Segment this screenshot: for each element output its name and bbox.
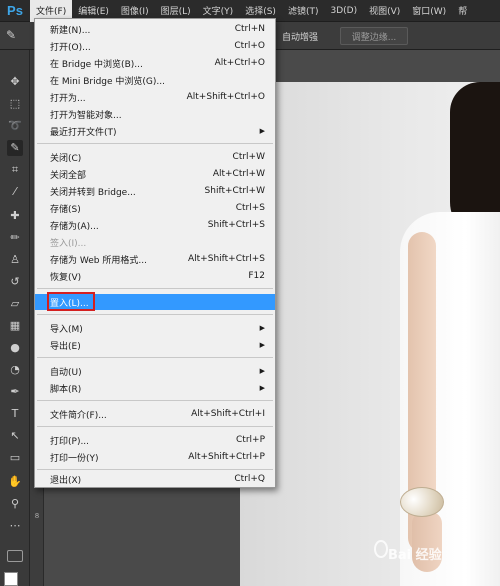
auto-enhance-checkbox[interactable]: 自动增强 bbox=[282, 30, 318, 43]
move-tool-icon[interactable]: ✥ bbox=[7, 74, 23, 90]
pearl-bracelet bbox=[400, 487, 444, 517]
menu-item-export[interactable]: 导出(E) ▶ bbox=[35, 337, 275, 353]
zoom-tool-icon[interactable]: ⚲ bbox=[7, 496, 23, 512]
eyedropper-tool-icon[interactable]: ⁄ bbox=[7, 184, 23, 200]
submenu-arrow-icon: ▶ bbox=[259, 384, 265, 392]
brush-tool-icon[interactable]: ✏ bbox=[7, 230, 23, 246]
menu-filter[interactable]: 滤镜(T) bbox=[282, 0, 325, 22]
shape-tool-icon[interactable]: ▭ bbox=[7, 450, 23, 466]
menu-item-browse-bridge[interactable]: 在 Bridge 中浏览(B)... Alt+Ctrl+O bbox=[35, 55, 275, 71]
extras-icon[interactable]: ⋯ bbox=[7, 518, 23, 534]
menu-item-open-smart-object[interactable]: 打开为智能对象... bbox=[35, 106, 275, 122]
menu-item-save-as[interactable]: 存储为(A)... Shift+Ctrl+S bbox=[35, 217, 275, 233]
menu-item-file-info[interactable]: 文件简介(F)... Alt+Shift+Ctrl+I bbox=[35, 406, 275, 422]
history-brush-tool-icon[interactable]: ↺ bbox=[7, 274, 23, 290]
menu-item-automate[interactable]: 自动(U) ▶ bbox=[35, 363, 275, 379]
menu-view[interactable]: 视图(V) bbox=[363, 0, 406, 22]
menu-item-check-in: 签入(I)... bbox=[50, 238, 87, 249]
submenu-arrow-icon: ▶ bbox=[259, 367, 265, 375]
baidu-paw-icon bbox=[374, 540, 388, 558]
menu-item-print-one-copy[interactable]: 打印一份(Y) Alt+Shift+Ctrl+P bbox=[35, 449, 275, 465]
quick-selection-icon[interactable]: ✎ bbox=[6, 28, 22, 44]
submenu-arrow-icon: ▶ bbox=[259, 127, 265, 135]
hand-tool-icon[interactable]: ✋ bbox=[7, 474, 23, 490]
lasso-tool-icon[interactable]: ➰ bbox=[7, 118, 23, 134]
eraser-tool-icon[interactable]: ▱ bbox=[7, 296, 23, 312]
type-tool-icon[interactable]: T bbox=[7, 406, 23, 422]
pen-tool-icon[interactable]: ✒ bbox=[7, 384, 23, 400]
menu-item-save[interactable]: 存储(S) Ctrl+S bbox=[35, 200, 275, 216]
foreground-color-swatch[interactable] bbox=[4, 572, 18, 586]
menu-item-close-go-bridge[interactable]: 关闭并转到 Bridge... Shift+Ctrl+W bbox=[35, 183, 275, 199]
menu-separator bbox=[37, 357, 273, 358]
file-menu-dropdown: 新建(N)... Ctrl+N 打开(O)... Ctrl+O 在 Bridge 中… bbox=[34, 18, 276, 488]
path-selection-tool-icon[interactable]: ↖ bbox=[7, 428, 23, 444]
menu-item-exit[interactable]: 退出(X) Ctrl+Q bbox=[35, 471, 275, 487]
menu-separator bbox=[37, 469, 273, 470]
menu-3d[interactable]: 3D(D) bbox=[324, 0, 363, 22]
menu-item-scripts[interactable]: 脚本(R) ▶ bbox=[35, 380, 275, 396]
menu-item-import[interactable]: 导入(M) ▶ bbox=[35, 320, 275, 336]
ruler-tick: 8 bbox=[34, 512, 40, 520]
menu-item-new[interactable]: 新建(N)... Ctrl+N bbox=[35, 21, 275, 37]
menu-item-browse-mini-bridge[interactable]: 在 Mini Bridge 中浏览(G)... bbox=[35, 72, 275, 88]
quick-selection-tool-icon[interactable]: ✎ bbox=[7, 140, 23, 156]
tools-panel: ✥ ⬚ ➰ ✎ ⌗ ⁄ ✚ ✏ ♙ ↺ ▱ ▦ ● ◔ ✒ T ↖ ▭ ✋ ⚲ … bbox=[0, 50, 30, 586]
menu-item-revert[interactable]: 恢复(V) F12 bbox=[35, 268, 275, 284]
submenu-arrow-icon: ▶ bbox=[259, 341, 265, 349]
refine-edge-button[interactable]: 调整边缘... bbox=[340, 27, 408, 45]
clone-stamp-tool-icon[interactable]: ♙ bbox=[7, 252, 23, 268]
menu-item-open-as[interactable]: 打开为... Alt+Shift+Ctrl+O bbox=[35, 89, 275, 105]
submenu-arrow-icon: ▶ bbox=[259, 324, 265, 332]
watermark-text: Bai 经验 bbox=[388, 548, 442, 563]
healing-brush-tool-icon[interactable]: ✚ bbox=[7, 208, 23, 224]
model-hand bbox=[412, 512, 442, 572]
menu-separator bbox=[37, 288, 273, 289]
menu-separator bbox=[37, 314, 273, 315]
menu-help[interactable]: 帮 bbox=[452, 0, 473, 22]
menu-item-open[interactable]: 打开(O)... Ctrl+O bbox=[35, 38, 275, 54]
annotation-highlight-box bbox=[47, 292, 95, 311]
image-canvas[interactable]: Bai 经验 bbox=[240, 82, 500, 586]
quick-mask-icon[interactable] bbox=[7, 550, 23, 562]
photoshop-logo: Ps bbox=[7, 3, 23, 18]
menu-separator bbox=[37, 426, 273, 427]
menu-item-save-for-web[interactable]: 存储为 Web 所用格式... Alt+Shift+Ctrl+S bbox=[35, 251, 275, 267]
menu-item-print[interactable]: 打印(P)... Ctrl+P bbox=[35, 432, 275, 448]
marquee-tool-icon[interactable]: ⬚ bbox=[7, 96, 23, 112]
menu-separator bbox=[37, 400, 273, 401]
menu-item-close[interactable]: 关闭(C) Ctrl+W bbox=[35, 149, 275, 165]
menu-item-close-all[interactable]: 关闭全部 Alt+Ctrl+W bbox=[35, 166, 275, 182]
gradient-tool-icon[interactable]: ▦ bbox=[7, 318, 23, 334]
crop-tool-icon[interactable]: ⌗ bbox=[7, 162, 23, 178]
dodge-tool-icon[interactable]: ◔ bbox=[7, 362, 23, 378]
menu-separator bbox=[37, 143, 273, 144]
blur-tool-icon[interactable]: ● bbox=[7, 340, 23, 356]
menu-window[interactable]: 窗口(W) bbox=[406, 0, 452, 22]
menu-item-recent-files[interactable]: 最近打开文件(T) ▶ bbox=[35, 123, 275, 139]
